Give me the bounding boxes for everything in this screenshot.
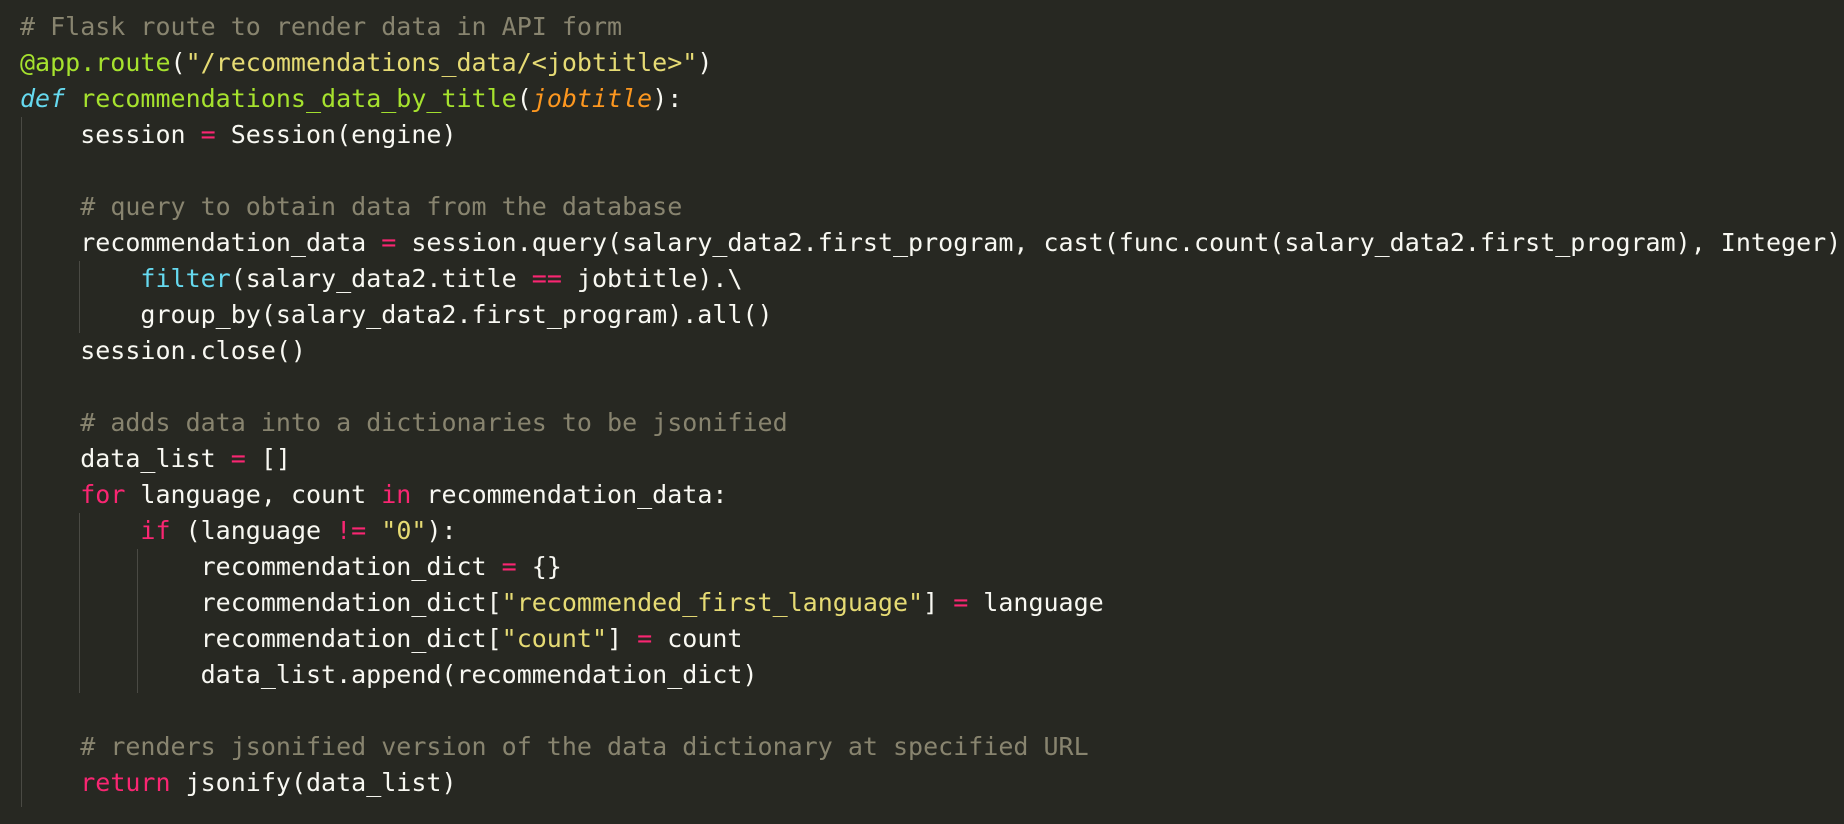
code-token-plain: language, count [125, 480, 382, 509]
code-token-plain: ( [516, 84, 532, 113]
code-token-builtin: filter [140, 264, 231, 293]
code-line[interactable]: filter(salary_data2.title == jobtitle).\ [20, 261, 743, 297]
code-line[interactable]: recommendation_dict["count"] = count [20, 621, 743, 657]
code-token-plain: ): [652, 84, 683, 113]
code-token-plain: [] [245, 444, 291, 473]
code-token-string: "recommended_first_language" [501, 588, 924, 617]
code-line[interactable]: recommendation_dict["recommended_first_l… [20, 585, 1104, 621]
code-token-plain: recommendation_data [20, 228, 382, 257]
code-token-storage: def [20, 84, 66, 113]
code-line[interactable]: session.close() [20, 333, 306, 369]
code-token-plain: jobtitle).\ [561, 264, 743, 293]
code-token-operator: = [230, 444, 246, 473]
code-line[interactable]: if (language != "0"): [20, 513, 457, 549]
code-token-plain: jsonify(data_list) [170, 768, 457, 797]
code-token-plain: ): [426, 516, 457, 545]
code-token-plain: data_list [20, 444, 231, 473]
code-token-keyword: in [381, 480, 412, 509]
code-token-plain: ] [607, 624, 638, 653]
code-token-comment: # Flask route to render data in API form [20, 12, 623, 41]
code-token-operator: = [381, 228, 397, 257]
code-line[interactable]: return jsonify(data_list) [20, 765, 457, 801]
code-line[interactable]: recommendation_data = session.query(sala… [20, 225, 1844, 261]
code-token-param: jobtitle [531, 84, 653, 113]
code-token-plain: session.query(salary_data2.first_program… [396, 228, 1844, 257]
code-token-plain: count [652, 624, 743, 653]
code-token-func-name: recommendations_data_by_title [80, 84, 517, 113]
code-line[interactable]: for language, count in recommendation_da… [20, 477, 727, 513]
code-token-plain: recommendation_data: [411, 480, 728, 509]
code-line[interactable]: group_by(salary_data2.first_program).all… [20, 297, 773, 333]
code-token-plain: ( [170, 48, 186, 77]
code-editor[interactable]: # Flask route to render data in API form… [0, 0, 1844, 824]
code-token-string: "0" [381, 516, 427, 545]
code-token-plain: (language [170, 516, 337, 545]
code-token-plain: data_list.append(recommendation_dict) [20, 660, 758, 689]
code-token-plain: language [968, 588, 1104, 617]
code-token-operator: = [637, 624, 653, 653]
code-token-keyword: if [140, 516, 171, 545]
code-token-plain: recommendation_dict[ [20, 624, 502, 653]
code-token-keyword: for [80, 480, 126, 509]
code-token-operator: == [531, 264, 562, 293]
code-line[interactable]: def recommendations_data_by_title(jobtit… [20, 81, 682, 117]
code-line[interactable]: recommendation_dict = {} [20, 549, 562, 585]
code-line[interactable]: # adds data into a dictionaries to be js… [20, 405, 788, 441]
code-token-plain: {} [516, 552, 562, 581]
code-token-comment: # renders jsonified version of the data … [80, 732, 1089, 761]
code-token-plain: session.close() [20, 336, 306, 365]
code-line[interactable]: # Flask route to render data in API form [20, 9, 622, 45]
code-token-comment: # adds data into a dictionaries to be js… [80, 408, 788, 437]
code-token-plain: recommendation_dict[ [20, 588, 502, 617]
code-token-plain: Session(engine) [215, 120, 457, 149]
code-token-plain: group_by(salary_data2.first_program).all… [20, 300, 773, 329]
code-line[interactable]: # query to obtain data from the database [20, 189, 682, 225]
code-line[interactable]: data_list = [] [20, 441, 291, 477]
code-token-operator: = [501, 552, 517, 581]
code-token-comment: # query to obtain data from the database [80, 192, 683, 221]
code-token-operator: = [200, 120, 216, 149]
code-line[interactable]: @app.route("/recommendations_data/<jobti… [20, 45, 712, 81]
code-token-decorator: @app.route [20, 48, 171, 77]
code-line[interactable]: session = Session(engine) [20, 117, 457, 153]
code-token-keyword: return [80, 768, 171, 797]
code-token-plain: session [20, 120, 201, 149]
code-token-operator: = [953, 588, 969, 617]
code-line[interactable]: data_list.append(recommendation_dict) [20, 657, 758, 693]
code-token-plain: ) [697, 48, 713, 77]
code-line[interactable]: # renders jsonified version of the data … [20, 729, 1089, 765]
code-token-string: "/recommendations_data/<jobtitle>" [185, 48, 698, 77]
code-token-plain: ] [923, 588, 954, 617]
code-token-plain: (salary_data2.title [230, 264, 532, 293]
code-token-string: "count" [501, 624, 607, 653]
code-token-operator: != [336, 516, 367, 545]
code-token-plain: recommendation_dict [20, 552, 502, 581]
